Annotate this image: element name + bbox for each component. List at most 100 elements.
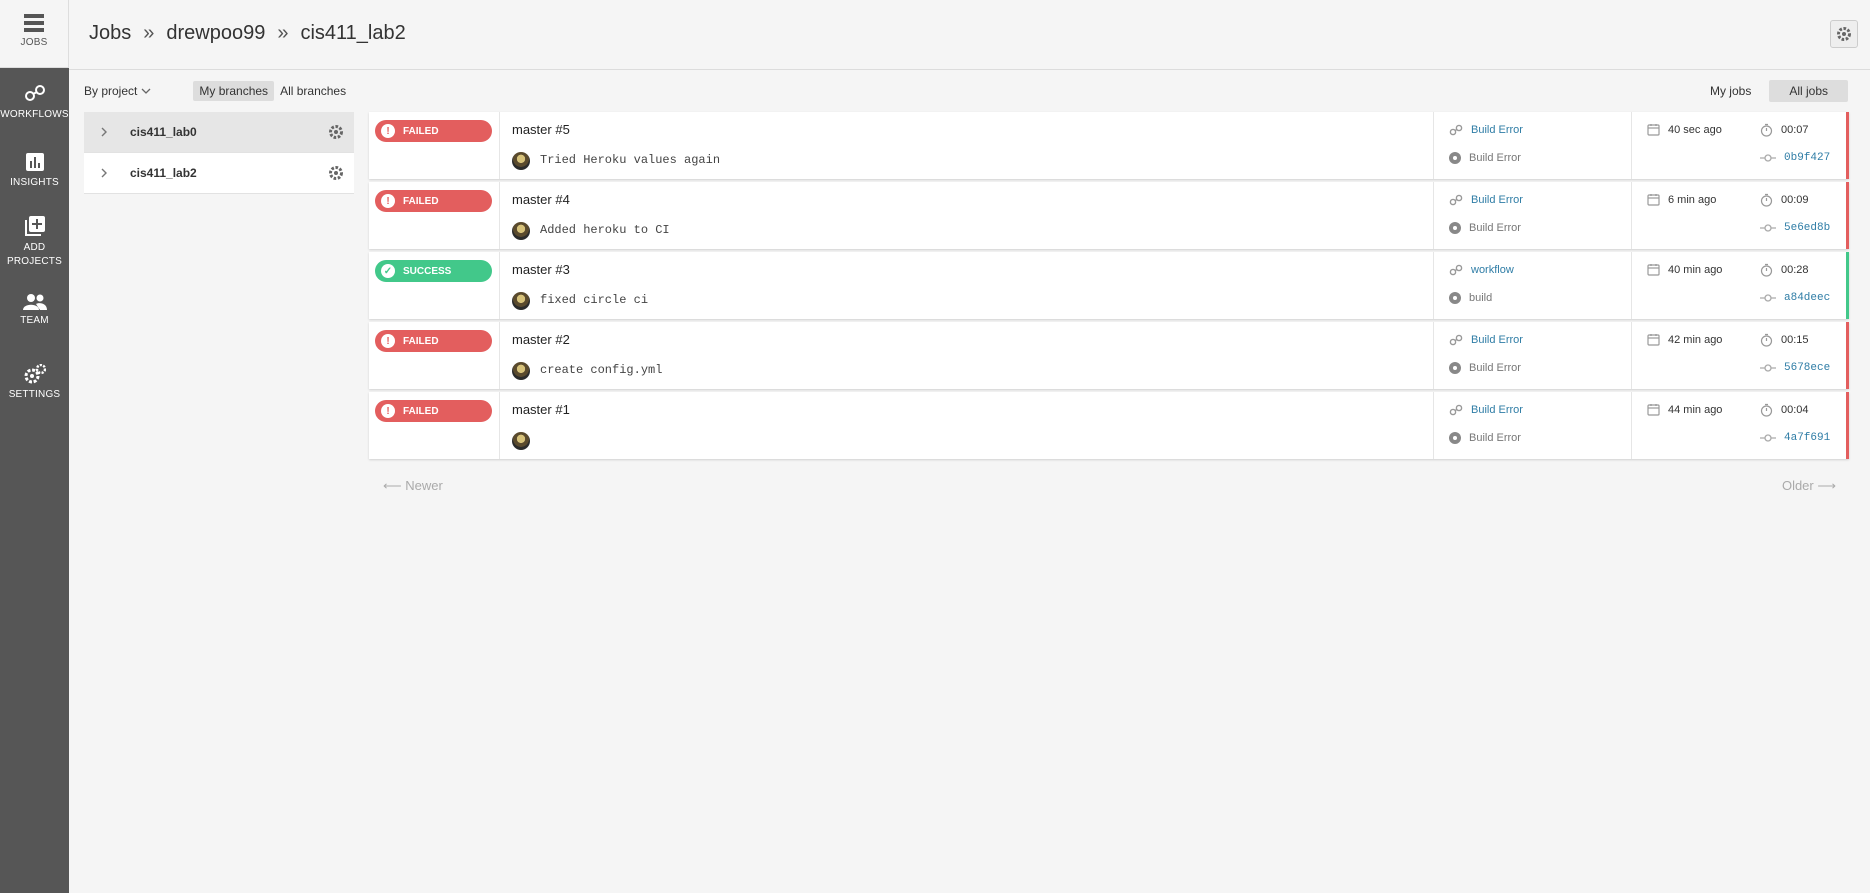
add-projects-icon [24,216,45,236]
build-title[interactable]: master #4 [512,192,570,207]
column-divider [1433,322,1434,389]
column-divider [1631,112,1632,179]
build-time: 40 min ago [1647,263,1722,276]
commit-sha[interactable]: a84deec [1760,292,1830,304]
status-badge[interactable]: ! FAILED [375,330,492,352]
gear-icon[interactable] [328,165,344,181]
build-row[interactable]: ✓ SUCCESS master #3 fixed circle ci work… [369,252,1849,319]
status-label: FAILED [403,195,439,207]
my-jobs-toggle[interactable]: My jobs [1704,81,1757,101]
workflow-link[interactable]: Build Error [1449,123,1523,137]
all-jobs-toggle[interactable]: All jobs [1769,80,1848,102]
sha-link[interactable]: 0b9f427 [1784,152,1830,164]
column-divider [1433,252,1434,319]
build-row[interactable]: ! FAILED master #2 create config.yml Bui… [369,322,1849,389]
older-link[interactable]: Older ⟶ [1782,478,1836,494]
commit-message[interactable]: create config.yml [540,363,662,377]
sha-link[interactable]: a84deec [1784,292,1830,304]
column-divider [1631,182,1632,249]
project-name[interactable]: cis411_lab2 [130,166,197,180]
commit-sha[interactable]: 4a7f691 [1760,432,1830,444]
workflow-name[interactable]: Build Error [1471,334,1523,346]
calendar-icon [1647,124,1660,136]
workflow-link[interactable]: Build Error [1449,193,1523,207]
job-name-row: Build Error [1449,222,1521,234]
jobs-icon [24,14,44,32]
time-ago: 40 sec ago [1668,123,1722,136]
build-row[interactable]: ! FAILED master #5 Tried Heroku values a… [369,112,1849,179]
workflow-name[interactable]: Build Error [1471,404,1523,416]
duration: 00:28 [1781,264,1809,276]
settings-gears-icon [24,364,46,384]
nav-workflows[interactable]: WORKFLOWS [0,82,69,122]
pagination: ⟵ Newer Older ⟶ [369,478,1836,496]
build-title[interactable]: master #3 [512,262,570,277]
status-badge[interactable]: ! FAILED [375,400,492,422]
build-title[interactable]: master #1 [512,402,570,417]
by-project-dropdown[interactable]: By project [84,84,151,98]
nav-insights[interactable]: INSIGHTS [0,152,69,190]
time-ago: 44 min ago [1668,403,1723,416]
sha-link[interactable]: 5e6ed8b [1784,222,1830,234]
breadcrumb-separator: » [277,22,289,44]
all-branches-toggle[interactable]: All branches [274,81,352,101]
status-badge[interactable]: ! FAILED [375,190,492,212]
commit-message[interactable]: fixed circle ci [540,293,648,307]
workflow-name[interactable]: workflow [1471,264,1514,276]
job-name-row: build [1449,292,1492,304]
commit-sha[interactable]: 5e6ed8b [1760,222,1830,234]
gear-icon[interactable] [328,124,344,140]
build-duration: 00:09 [1760,193,1809,207]
project-settings-button[interactable] [1830,20,1858,48]
column-divider [499,392,500,459]
project-row[interactable]: cis411_lab0 [84,112,354,153]
commit-sha[interactable]: 5678ece [1760,362,1830,374]
job-status-icon [1449,362,1461,374]
build-row[interactable]: ! FAILED master #4 Added heroku to CI Bu… [369,182,1849,249]
commit-icon [1760,154,1776,162]
commit-message[interactable]: Tried Heroku values again [540,153,720,167]
build-row[interactable]: ! FAILED master #1 Build Error Build Err… [369,392,1849,459]
build-time: 6 min ago [1647,193,1716,206]
workflow-link[interactable]: workflow [1449,263,1514,277]
status-badge[interactable]: ! FAILED [375,120,492,142]
build-title[interactable]: master #2 [512,332,570,347]
commit-icon [1760,364,1776,372]
breadcrumb-org[interactable]: drewpoo99 [166,22,265,45]
sha-link[interactable]: 4a7f691 [1784,432,1830,444]
status-badge[interactable]: ✓ SUCCESS [375,260,492,282]
stopwatch-icon [1760,403,1773,417]
calendar-icon [1647,404,1660,416]
stopwatch-icon [1760,263,1773,277]
build-title[interactable]: master #5 [512,122,570,137]
nav-jobs[interactable]: JOBS [0,0,69,68]
status-label: SUCCESS [403,265,452,277]
chevron-down-icon [141,88,151,94]
workflow-name[interactable]: Build Error [1471,194,1523,206]
workflow-name[interactable]: Build Error [1471,124,1523,136]
project-row[interactable]: cis411_lab2 [84,153,354,194]
chevron-right-icon[interactable] [98,127,110,137]
calendar-icon [1647,334,1660,346]
breadcrumb-project[interactable]: cis411_lab2 [300,22,405,45]
nav-settings[interactable]: SETTINGS [0,364,69,402]
stopwatch-icon [1760,193,1773,207]
commit-message[interactable]: Added heroku to CI [540,223,670,237]
breadcrumb-jobs[interactable]: Jobs [89,22,131,45]
project-name[interactable]: cis411_lab0 [130,125,197,139]
newer-link[interactable]: ⟵ Newer [383,478,443,494]
workflow-icon [1449,264,1463,276]
workflow-link[interactable]: Build Error [1449,403,1523,417]
build-time: 40 sec ago [1647,123,1722,136]
my-branches-toggle[interactable]: My branches [193,81,275,101]
nav-add-projects[interactable]: ADD PROJECTS [0,215,69,269]
sha-link[interactable]: 5678ece [1784,362,1830,374]
nav-team[interactable]: TEAM [0,294,69,328]
commit-sha[interactable]: 0b9f427 [1760,152,1830,164]
job-name: build [1469,292,1493,304]
chevron-right-icon[interactable] [98,168,110,178]
workflow-link[interactable]: Build Error [1449,333,1523,347]
duration: 00:09 [1781,194,1809,206]
build-duration: 00:04 [1760,403,1809,417]
page-header: Jobs » drewpoo99 » cis411_lab2 [69,0,1870,70]
